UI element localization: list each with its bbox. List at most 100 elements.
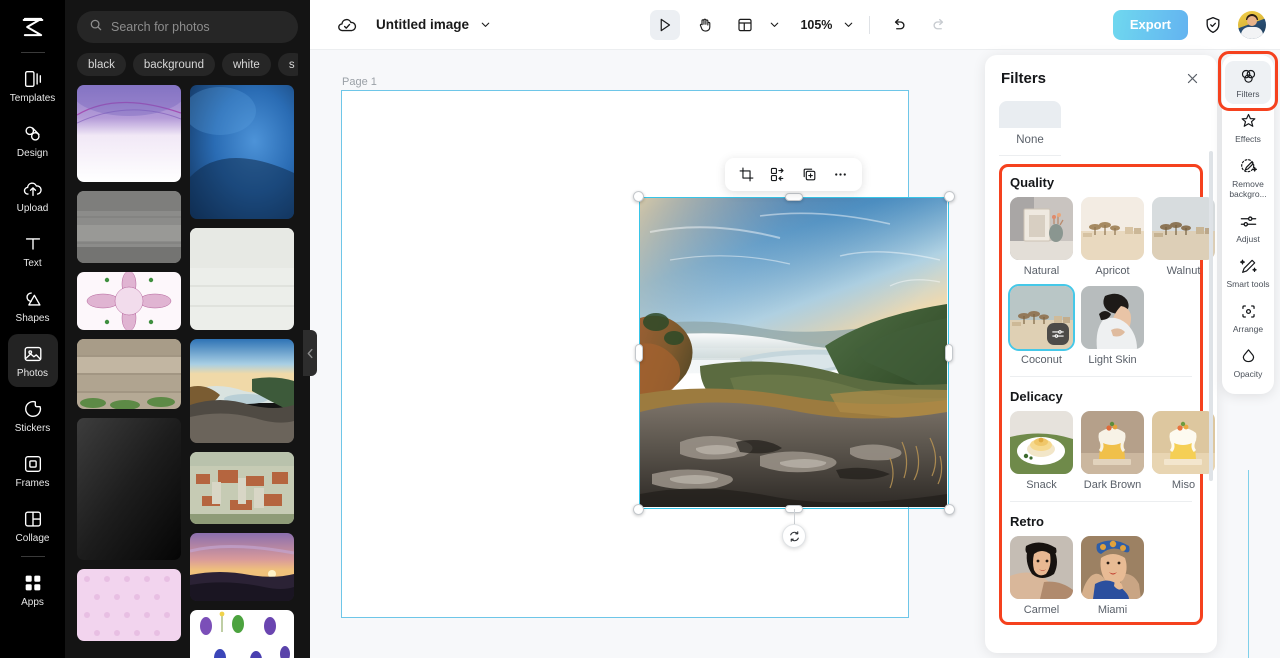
sidebar-item-photos[interactable]: Photos [7,334,58,387]
collapse-panel-button[interactable] [303,330,317,376]
tool-label: Opacity [1233,369,1263,379]
section-divider [1010,501,1192,502]
sidebar-item-apps[interactable]: Apps [8,563,58,616]
rotate-handle[interactable] [782,524,806,548]
sidebar-item-shapes[interactable]: Shapes [8,279,58,332]
photo-thumbnail-purple-smoke[interactable] [77,85,181,182]
resize-handle-left[interactable] [635,344,643,362]
photo-grid-column-left [77,85,181,658]
filter-tile-coconut[interactable]: Coconut [1010,286,1073,366]
photo-thumbnail-wood-planks-pine[interactable] [77,339,181,409]
search-input[interactable] [111,20,286,34]
sidebar-item-label: Stickers [14,422,51,434]
collage-icon [22,508,44,530]
close-button[interactable] [1181,67,1203,89]
filter-thumbnail [1010,286,1073,349]
tool-label: Smart tools [1226,279,1270,289]
adjust-sliders-icon[interactable] [1047,323,1069,345]
resize-handle-top-left[interactable] [633,191,644,202]
shield-check-button[interactable] [1198,10,1228,40]
photo-thumbnail-mountain-valley[interactable] [190,339,294,443]
sidebar-item-templates[interactable]: Templates [8,59,58,112]
filters-panel-scrollbar[interactable] [1209,151,1213,481]
sidebar-item-label: Shapes [15,312,50,324]
app-root: Templates Design Upload Text Shapes Phot… [0,0,1280,658]
sidebar-item-upload[interactable]: Upload [8,169,58,222]
tool-item-arrange[interactable]: Arrange [1225,296,1271,339]
photo-thumbnail-white-paper[interactable] [190,228,294,330]
tool-item-effects[interactable]: Effects [1225,106,1271,149]
resize-handle-right[interactable] [945,344,953,362]
tool-item-remove-background[interactable]: Remove backgro... [1225,151,1271,204]
photo-thumbnail-blue-gradient[interactable] [190,85,294,219]
layout-tool-button[interactable] [730,10,760,40]
cloud-saved-icon[interactable] [336,14,358,36]
duplicate-button[interactable] [797,163,821,187]
chevron-down-icon[interactable] [842,18,855,31]
select-tool-button[interactable] [650,9,681,40]
redo-button[interactable] [924,10,954,40]
resize-handle-top-right[interactable] [944,191,955,202]
photo-thumbnail-purple-sunset[interactable] [190,533,294,601]
page-label: Page 1 [342,76,377,88]
tool-item-smart-tools[interactable]: Smart tools [1225,251,1271,294]
filter-tile-miso[interactable]: Miso [1152,411,1215,491]
document-title[interactable]: Untitled image [376,17,469,32]
avatar-body [1241,26,1264,39]
sidebar-item-label: Upload [16,202,49,214]
selected-image[interactable] [639,197,949,509]
photo-thumbnail-city-aerial[interactable] [190,452,294,524]
sidebar-item-collage[interactable]: Collage [8,499,58,552]
sidebar-item-frames[interactable]: Frames [8,444,58,497]
search-bar[interactable] [77,11,298,43]
chevron-down-icon[interactable] [768,18,781,31]
templates-icon [22,68,44,90]
filter-tile-apricot[interactable]: Apricot [1081,197,1144,277]
export-button[interactable]: Export [1112,9,1189,40]
zoom-level[interactable]: 105% [800,18,832,32]
filter-tile-dark-brown[interactable]: Dark Brown [1081,411,1144,491]
photo-thumbnail-grey-wood[interactable] [77,191,181,263]
page-layout-icon [738,18,753,31]
filter-tile-carmel[interactable]: Carmel [1010,536,1073,616]
tool-item-adjust[interactable]: Adjust [1225,206,1271,249]
undo-button[interactable] [884,10,914,40]
photo-thumbnail-pink-kaleidoscope[interactable] [77,272,181,330]
filter-thumbnail [1010,411,1073,474]
tool-item-filters[interactable]: Filters [1225,61,1271,104]
chevron-down-icon[interactable] [479,18,492,31]
tag-chip[interactable]: background [132,53,215,76]
filter-tile-snack[interactable]: Snack [1010,411,1073,491]
crop-button[interactable] [735,163,759,187]
more-options-button[interactable] [828,163,852,187]
hand-tool-button[interactable] [690,10,720,40]
filter-label: Miso [1171,479,1196,491]
tag-chip[interactable]: black [77,53,126,76]
filter-tile-light-skin[interactable]: Light Skin [1081,286,1144,366]
resize-handle-top[interactable] [785,193,803,201]
filter-label: Light Skin [1088,354,1137,366]
photo-thumbnail-black-texture[interactable] [77,418,181,560]
resize-handle-bottom-left[interactable] [633,504,644,515]
selected-image-wrapper[interactable] [633,191,955,548]
sidebar-item-text[interactable]: Text [8,224,58,277]
avatar[interactable] [1238,10,1267,39]
filter-none-tile[interactable] [999,101,1061,128]
photo-thumbnail-pink-pattern[interactable] [77,569,181,641]
capcut-logo-icon[interactable] [16,10,50,44]
photos-panel: black background white s [65,0,310,658]
photo-thumbnail-beetles-illustration[interactable] [190,610,294,658]
filter-thumbnail [1152,197,1215,260]
sidebar-item-design[interactable]: Design [8,114,58,167]
filter-tile-natural[interactable]: Natural [1010,197,1073,277]
filter-tile-miami[interactable]: Miami [1081,536,1144,616]
tag-chip[interactable]: white [221,53,271,76]
tool-item-opacity[interactable]: Opacity [1225,341,1271,384]
tool-label: Filters [1236,89,1260,99]
filters-panel-body[interactable]: None Quality Natural Apricot Walnut Coco… [985,101,1217,653]
filter-tile-walnut[interactable]: Walnut [1152,197,1215,277]
tag-chip[interactable]: s [277,53,298,76]
sidebar-item-stickers[interactable]: Stickers [8,389,58,442]
replace-media-button[interactable] [766,163,790,187]
resize-handle-bottom-right[interactable] [944,504,955,515]
